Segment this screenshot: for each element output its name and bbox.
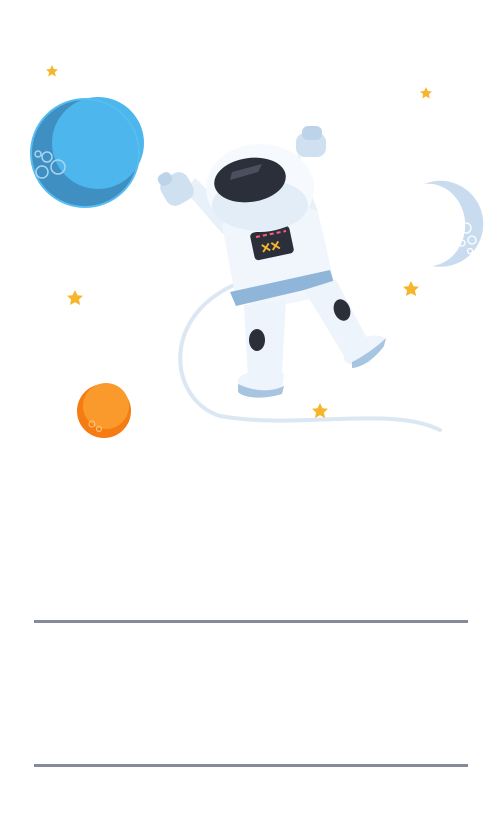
right-glove bbox=[296, 126, 326, 157]
star-icon bbox=[46, 65, 58, 77]
star-icon bbox=[67, 290, 83, 305]
left-knee-patch bbox=[249, 329, 265, 351]
badge-symbol: ×× bbox=[259, 235, 282, 258]
left-glove bbox=[157, 172, 194, 206]
empty-content-area bbox=[34, 623, 468, 764]
moon-icon bbox=[424, 180, 484, 267]
blue-planet-icon bbox=[30, 97, 144, 208]
helmet bbox=[206, 144, 314, 232]
orange-planet-icon bbox=[77, 383, 131, 438]
astronaut-illustration: ×× bbox=[30, 65, 484, 438]
page: ×× bbox=[0, 0, 500, 824]
left-boot bbox=[238, 369, 284, 398]
star-icon bbox=[420, 87, 432, 99]
astronaut-figure: ×× bbox=[157, 126, 386, 398]
star-icon bbox=[403, 281, 419, 296]
star-icon bbox=[312, 403, 328, 418]
tether-line bbox=[178, 284, 442, 432]
divider-bottom bbox=[34, 764, 468, 767]
